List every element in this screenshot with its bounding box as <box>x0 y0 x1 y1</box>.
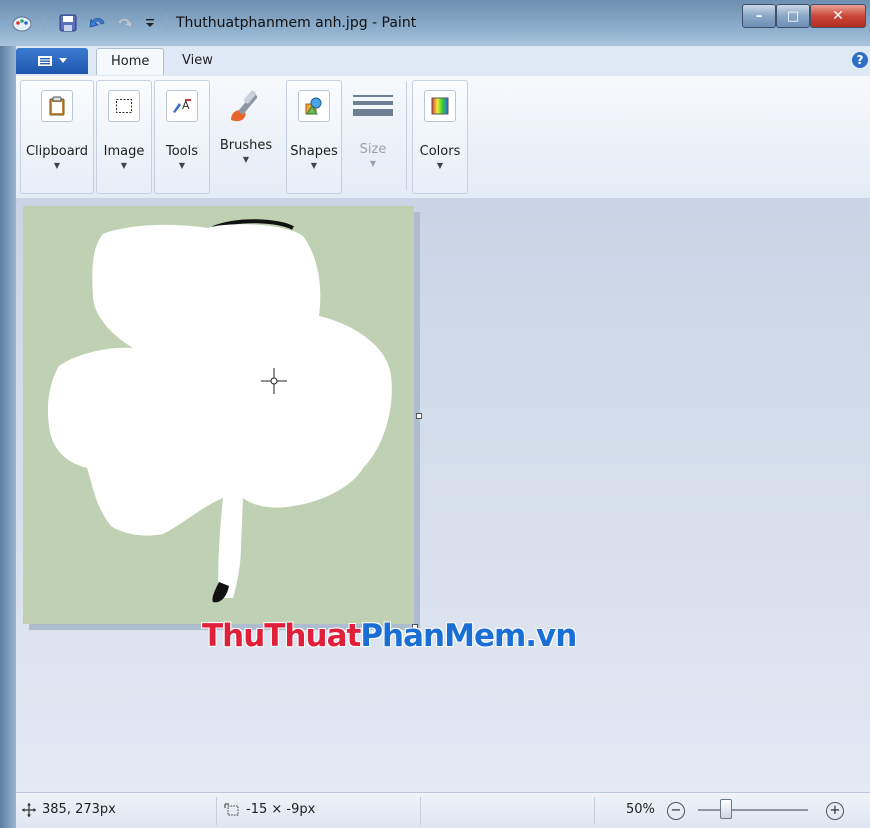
zoom-slider-track[interactable] <box>698 809 808 811</box>
watermark-logo: ThuThuatPhanMem.vn <box>202 618 577 654</box>
title-separator <box>166 14 167 32</box>
size-label: Size <box>359 142 387 157</box>
size-lines-icon <box>351 90 395 120</box>
shapes-group: Shapes ▼ <box>286 80 342 194</box>
size-group: Size ▼ <box>344 80 402 194</box>
save-icon <box>59 14 77 32</box>
status-bar: 385, 273px -15 × -9px 50% − + <box>16 792 870 828</box>
clipboard-icon <box>41 90 73 122</box>
shapes-label: Shapes <box>290 144 338 159</box>
clipboard-button[interactable]: Clipboard ▼ <box>24 84 90 190</box>
paint-app-icon[interactable] <box>12 13 32 33</box>
watermark-part2: PhanMem.vn <box>360 618 577 654</box>
status-divider <box>216 797 217 825</box>
colors-button[interactable]: Colors ▼ <box>415 84 465 190</box>
title-bar[interactable]: Thuthuatphanmem anh.jpg - Paint – □ ✕ <box>0 0 870 46</box>
selection-size-icon <box>224 803 239 815</box>
zoom-out-button[interactable]: − <box>667 802 685 820</box>
paint-window: Thuthuatphanmem anh.jpg - Paint – □ ✕ Ho… <box>0 0 870 828</box>
tab-home[interactable]: Home <box>96 48 165 75</box>
undo-button[interactable] <box>88 13 108 33</box>
move-cursor-icon <box>22 802 36 817</box>
brushes-button[interactable]: Brushes ▼ <box>215 84 277 190</box>
canvas-workspace: ThuThuatPhanMem.vn <box>16 198 870 792</box>
quick-access-separator <box>44 14 45 32</box>
image-select-icon <box>108 90 140 122</box>
status-divider <box>594 797 595 825</box>
chevron-down-icon: ▼ <box>369 159 377 168</box>
ribbon-tab-bar: Home View ? <box>16 46 870 76</box>
zoom-in-button[interactable]: + <box>826 802 844 820</box>
status-divider <box>420 797 421 825</box>
chevron-down-icon: ▼ <box>53 161 61 170</box>
tools-label: Tools <box>165 144 199 159</box>
redo-button[interactable] <box>114 13 134 33</box>
selection-size: -15 × -9px <box>224 802 315 817</box>
paint-menu-icon <box>38 56 52 66</box>
save-button[interactable] <box>58 13 78 33</box>
image-group: Image ▼ <box>96 80 152 194</box>
chevron-down-icon: ▼ <box>242 155 250 164</box>
chevron-down-icon: ▼ <box>436 161 444 170</box>
image-label: Image <box>103 144 145 159</box>
selection-size-text: -15 × -9px <box>246 802 316 817</box>
brushes-group: Brushes ▼ <box>212 80 280 194</box>
maximize-button[interactable]: □ <box>776 4 810 28</box>
tab-view[interactable]: View <box>168 48 227 74</box>
customize-dropdown-icon[interactable] <box>142 13 158 33</box>
paint-menu-button[interactable] <box>16 48 88 74</box>
colors-group: Colors ▼ <box>412 80 468 194</box>
chevron-down-icon: ▼ <box>310 161 318 170</box>
image-button[interactable]: Image ▼ <box>99 84 149 190</box>
clipboard-label: Clipboard <box>25 144 89 159</box>
tools-icon: A <box>166 90 198 122</box>
tools-group: A Tools ▼ <box>154 80 210 194</box>
clipboard-group: Clipboard ▼ <box>20 80 94 194</box>
chevron-down-icon: ▼ <box>178 161 186 170</box>
ribbon: Clipboard ▼ Image ▼ A Tools ▼ Brushes ▼ … <box>16 76 870 199</box>
window-left-edge <box>0 46 16 828</box>
chevron-down-icon <box>59 58 67 63</box>
chevron-down-icon: ▼ <box>120 161 128 170</box>
zoom-level: 50% <box>626 802 655 817</box>
brush-icon <box>225 86 267 128</box>
cursor-position-text: 385, 273px <box>42 802 116 817</box>
window-title: Thuthuatphanmem anh.jpg - Paint <box>176 15 417 31</box>
close-button[interactable]: ✕ <box>810 4 866 28</box>
size-button: Size ▼ <box>347 84 399 190</box>
watermark-part1: ThuThuat <box>202 618 361 654</box>
shapes-icon <box>298 90 330 122</box>
tools-button[interactable]: A Tools ▼ <box>157 84 207 190</box>
brushes-label: Brushes <box>219 138 273 153</box>
drawing-canvas[interactable] <box>23 206 414 624</box>
minimize-button[interactable]: – <box>742 4 776 28</box>
colors-icon <box>424 90 456 122</box>
zoom-slider-thumb[interactable] <box>720 799 732 819</box>
ribbon-separator <box>406 82 407 190</box>
redo-icon <box>117 17 133 28</box>
help-icon[interactable]: ? <box>852 52 868 68</box>
cursor-position: 385, 273px <box>22 802 116 817</box>
undo-icon <box>89 17 105 28</box>
shapes-button[interactable]: Shapes ▼ <box>289 84 339 190</box>
canvas-resize-handle-right[interactable] <box>416 413 422 419</box>
clover-shape <box>47 219 392 603</box>
colors-label: Colors <box>419 144 461 159</box>
